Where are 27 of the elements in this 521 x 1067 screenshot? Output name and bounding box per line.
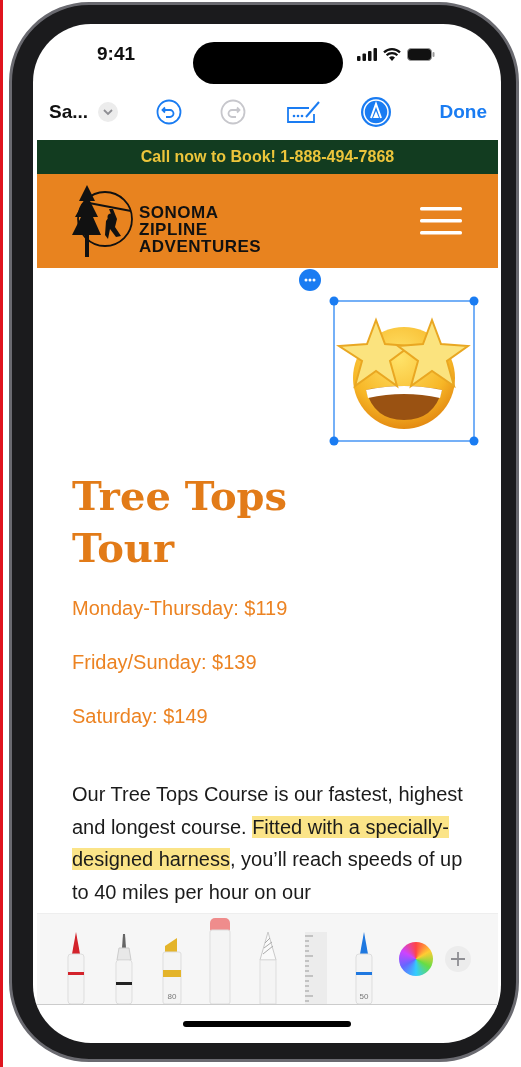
document-title[interactable]: Sa... xyxy=(49,101,89,123)
price-line: Monday-Thursday: $119 xyxy=(72,596,289,621)
done-button[interactable]: Done xyxy=(439,101,487,123)
more-button[interactable] xyxy=(299,269,321,291)
more-icon xyxy=(304,278,316,282)
tool-size-label: 80 xyxy=(167,992,177,1001)
brand-name[interactable]: SONOMA ZIPLINE ADVENTURES xyxy=(139,203,262,255)
tool-size-label: 50 xyxy=(359,992,369,1001)
undo-icon[interactable] xyxy=(156,99,183,125)
battery-icon xyxy=(407,47,435,61)
menu-icon[interactable] xyxy=(420,207,462,235)
text-box-pen-icon[interactable] xyxy=(286,99,323,125)
wifi-icon xyxy=(383,47,401,61)
selection-frame[interactable] xyxy=(329,296,479,446)
color-picker[interactable] xyxy=(399,942,433,976)
price-line: Friday/Sunday: $139 xyxy=(72,650,258,675)
markup-pen-icon[interactable] xyxy=(360,96,393,128)
price-line: Saturday: $149 xyxy=(72,704,209,729)
page-title: Tree Tops Tour xyxy=(72,471,289,573)
status-time: 9:41 xyxy=(97,43,136,65)
body-paragraph: Our Tree Tops Course is our fastest, highest and longest course. Fitted with a specially-designed harness, you’ll reach speeds of up to 40 miles per hour on our xyxy=(72,782,464,905)
chevron-down-icon[interactable] xyxy=(98,102,119,122)
eraser-tool[interactable] xyxy=(207,916,233,1004)
add-icon[interactable] xyxy=(445,946,471,972)
banner-text[interactable]: Call now to Book! 1-888-494-7868 xyxy=(140,148,395,166)
star-eyes-emoji[interactable] xyxy=(336,316,472,430)
signal-icon xyxy=(357,47,377,61)
